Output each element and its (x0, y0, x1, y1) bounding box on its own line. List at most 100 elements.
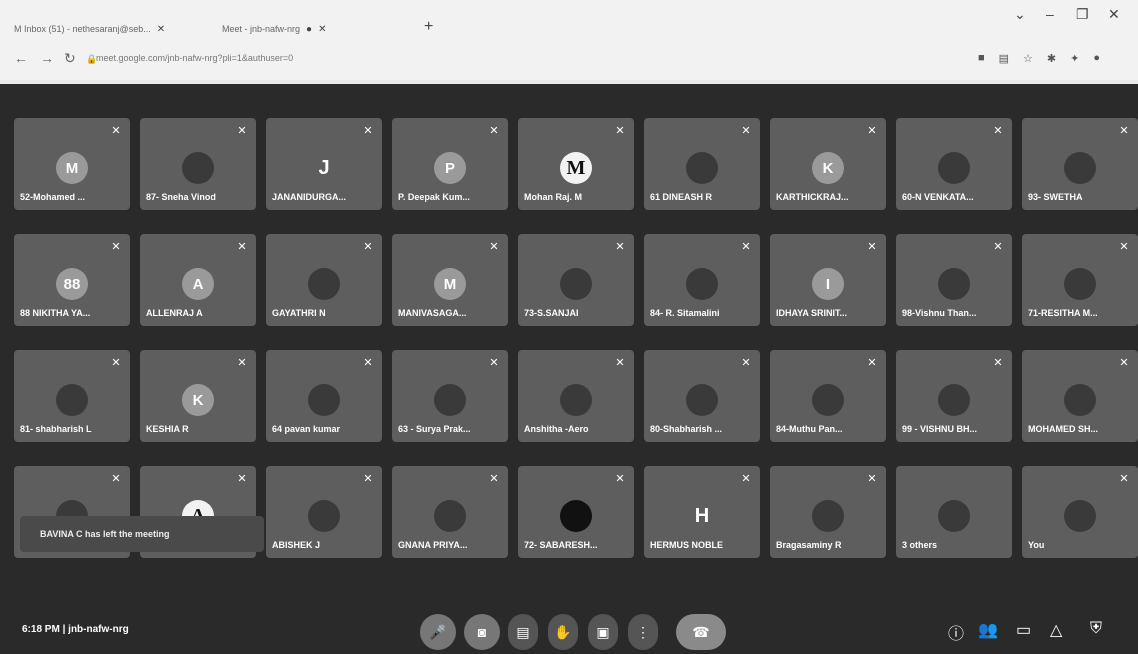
participant-name: MANIVASAGA... (398, 308, 467, 318)
leave-call-button[interactable]: ☎ (676, 614, 726, 650)
present-button[interactable]: ▣ (588, 614, 618, 650)
activities-icon[interactable]: △ (1050, 620, 1062, 640)
puzzle-icon[interactable]: ✦ (1070, 52, 1079, 65)
participant-tile[interactable]: ✕ M MANIVASAGA... (392, 234, 508, 326)
new-tab-button[interactable]: + (424, 18, 433, 36)
participant-tile[interactable]: ✕ 80-Shabharish ... (644, 350, 760, 442)
avatar (938, 384, 970, 416)
participant-tile[interactable]: ✕ M 52-Mohamed ... (14, 118, 130, 210)
participant-tile[interactable]: ✕ 84- R. Sitamalini (644, 234, 760, 326)
participant-name: 52-Mohamed ... (20, 192, 86, 202)
translate-icon[interactable]: ▤ (999, 52, 1009, 65)
back-icon[interactable]: ← (14, 50, 28, 66)
chevron-down-icon[interactable]: ⌄ (1014, 6, 1026, 23)
participant-tile[interactable]: ✕ P P. Deepak Kum... (392, 118, 508, 210)
tab-inbox[interactable]: M Inbox (51) - nethesaranj@seb... ✕ (14, 18, 165, 40)
participant-tile[interactable]: ✕ H HERMUS NOBLE (644, 466, 760, 558)
participant-name: ALLENRAJ A (146, 308, 203, 318)
participant-tile[interactable]: ✕ J JANANIDURGA... (266, 118, 382, 210)
camera-icon[interactable]: ■ (978, 52, 985, 65)
close-icon[interactable]: ✕ (318, 24, 326, 35)
participant-tile[interactable]: ✕ 81- shabharish L (14, 350, 130, 442)
reload-icon[interactable]: ↻ (64, 50, 76, 67)
participant-tile[interactable]: ✕ 88 88 NIKITHA YA... (14, 234, 130, 326)
control-bar: 6:18 PM | jnb-nafw-nrg 🎤 ◙ ▤ ✋ ▣ ⋮ ☎ ⓘ 👥… (0, 606, 1138, 654)
maximize-button[interactable]: ❐ (1076, 6, 1089, 23)
participant-name: 63 - Surya Prak... (398, 424, 471, 434)
participant-tile[interactable]: ✕ 63 - Surya Prak... (392, 350, 508, 442)
participant-tile[interactable]: ✕ Bragasaminy R (770, 466, 886, 558)
participant-tile[interactable]: ✕ 71-RESITHA M... (1022, 234, 1138, 326)
people-icon[interactable]: 👥 (978, 620, 998, 640)
participant-name: GAYATHRI N (272, 308, 326, 318)
participant-tile[interactable]: ✕ 73-S.SANJAI (518, 234, 634, 326)
star-icon[interactable]: ☆ (1023, 52, 1033, 65)
participant-tile[interactable]: 3 others (896, 466, 1012, 558)
mic-off-icon: ✕ (615, 473, 625, 485)
participant-tile[interactable]: ✕ 60-N VENKATA... (896, 118, 1012, 210)
participant-tile[interactable]: ✕ K KARTHICKRAJ... (770, 118, 886, 210)
minimize-button[interactable]: – (1046, 6, 1054, 22)
close-window-button[interactable]: ✕ (1108, 6, 1120, 23)
participant-tile[interactable]: ✕ 84-Muthu Pan... (770, 350, 886, 442)
captions-button[interactable]: ▤ (508, 614, 538, 650)
tab-meet[interactable]: Meet - jnb-nafw-nrg ● ✕ (222, 18, 326, 40)
participant-tile[interactable]: ✕ 98-Vishnu Than... (896, 234, 1012, 326)
participant-tile[interactable]: ✕ 87- Sneha Vinod (140, 118, 256, 210)
profile-avatar[interactable]: ● (1093, 52, 1100, 65)
self-tile[interactable]: ✕ You (1022, 466, 1138, 558)
participant-name: Mohan Raj. M (524, 192, 582, 202)
participant-tile[interactable]: ✕ 99 - VISHNU BH... (896, 350, 1012, 442)
chat-icon[interactable]: ▭ (1016, 620, 1031, 640)
mic-off-icon: ✕ (237, 125, 247, 137)
mic-off-icon: ✕ (489, 125, 499, 137)
participant-name: 98-Vishnu Than... (902, 308, 977, 318)
participant-tile[interactable]: ✕ 93- SWETHA (1022, 118, 1138, 210)
present-icon: ▣ (596, 623, 610, 640)
participant-tile[interactable]: ✕ MOHAMED SH... (1022, 350, 1138, 442)
url-field[interactable]: meet.google.com/jnb-nafw-nrg?pli=1&authu… (96, 53, 293, 63)
participant-tile[interactable]: ✕ I IDHAYA SRINIT... (770, 234, 886, 326)
participant-tile[interactable]: ✕ M Mohan Raj. M (518, 118, 634, 210)
avatar (1064, 268, 1096, 300)
participant-tile[interactable]: ✕ 61 DINEASH R (644, 118, 760, 210)
avatar (308, 268, 340, 300)
extension-icon[interactable]: ✱ (1047, 52, 1056, 65)
participant-tile[interactable]: ✕ A ALLENRAJ A (140, 234, 256, 326)
participant-name: Bragasaminy R (776, 540, 842, 550)
mic-off-icon: ✕ (867, 125, 877, 137)
participant-tile[interactable]: ✕ ABISHEK J (266, 466, 382, 558)
phone-icon: ☎ (692, 623, 710, 640)
mic-off-icon: ✕ (489, 241, 499, 253)
participant-name: 99 - VISHNU BH... (902, 424, 978, 434)
camera-button[interactable]: ◙ (464, 614, 500, 650)
mic-off-icon: ✕ (741, 357, 751, 369)
participant-name: IDHAYA SRINIT... (776, 308, 848, 318)
more-options-button[interactable]: ⋮ (628, 614, 658, 650)
participant-tile[interactable]: ✕ GNANA PRIYA... (392, 466, 508, 558)
host-controls-icon[interactable]: ⛨ (1090, 620, 1102, 638)
mic-off-icon: ✕ (363, 473, 373, 485)
participant-name: KARTHICKRAJ... (776, 192, 849, 202)
mic-off-icon: ✕ (237, 357, 247, 369)
forward-icon[interactable]: → (40, 50, 54, 66)
close-icon[interactable]: ✕ (157, 24, 165, 35)
mic-button[interactable]: 🎤 (420, 614, 456, 650)
participant-tile[interactable]: ✕ 64 pavan kumar (266, 350, 382, 442)
participant-tile[interactable]: ✕ GAYATHRI N (266, 234, 382, 326)
avatar: A (182, 268, 214, 300)
avatar (1064, 384, 1096, 416)
avatar: 88 (56, 268, 88, 300)
participant-tile[interactable]: ✕ 72- SABARESH... (518, 466, 634, 558)
meeting-info: 6:18 PM | jnb-nafw-nrg (22, 624, 129, 635)
mic-off-icon: ✕ (993, 357, 1003, 369)
tab-label: M Inbox (51) - nethesaranj@seb... (14, 24, 151, 34)
participant-tile[interactable]: ✕ K KESHIA R (140, 350, 256, 442)
info-icon[interactable]: ⓘ (948, 620, 964, 644)
avatar: K (182, 384, 214, 416)
raise-hand-button[interactable]: ✋ (548, 614, 578, 650)
mic-off-icon: ✕ (363, 125, 373, 137)
participant-tile[interactable]: ✕ Anshitha -Aero (518, 350, 634, 442)
mic-off-icon: ✕ (363, 357, 373, 369)
more-icon: ⋮ (636, 623, 650, 640)
